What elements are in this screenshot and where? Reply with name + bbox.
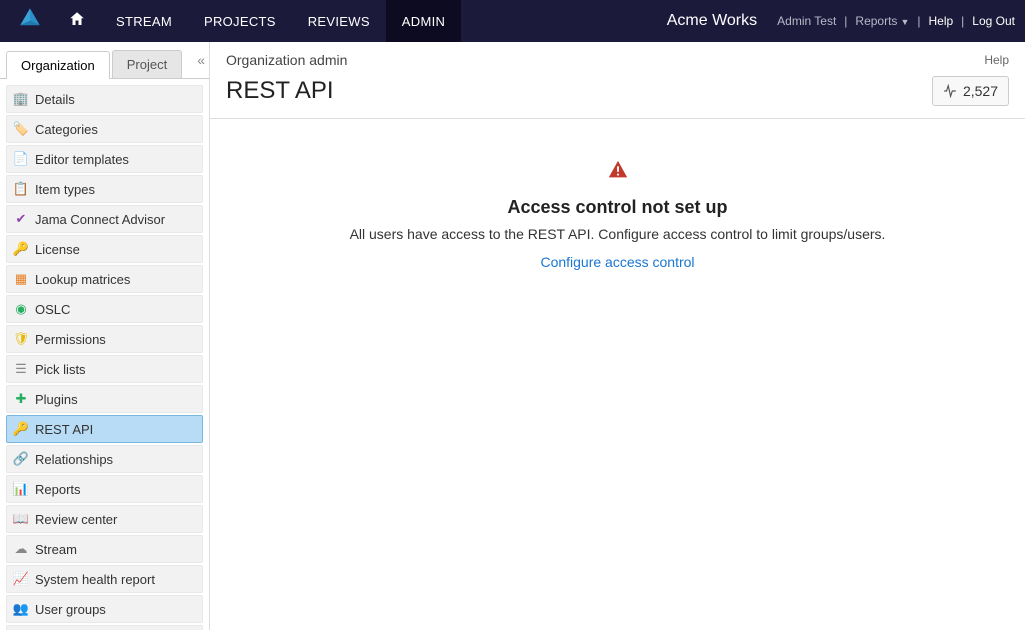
sidebar-item-reports[interactable]: 📊 Reports (6, 475, 203, 503)
home-icon[interactable] (68, 10, 86, 33)
sidebar-item-pick-lists[interactable]: ☰ Pick lists (6, 355, 203, 383)
user-groups-icon: 👥 (13, 601, 29, 617)
sidebar-item-label: User groups (35, 602, 106, 617)
sidebar-item-lookup-matrices[interactable]: ▦ Lookup matrices (6, 265, 203, 293)
sidebar-item-label: REST API (35, 422, 93, 437)
sidebar-item-label: Jama Connect Advisor (35, 212, 165, 227)
item-types-icon: 📋 (13, 181, 29, 197)
sidebar-item-label: Categories (35, 122, 98, 137)
sidebar-item-label: Lookup matrices (35, 272, 130, 287)
sidebar-item-system-health-report[interactable]: 📈 System health report (6, 565, 203, 593)
sidebar-item-oslc[interactable]: ◉ OSLC (6, 295, 203, 323)
stream-icon: ☁ (13, 541, 29, 557)
activity-count-badge[interactable]: 2,527 (932, 76, 1009, 106)
logo-icon (16, 7, 44, 35)
page-title: REST API (226, 77, 334, 105)
relationships-icon: 🔗 (13, 451, 29, 467)
editor-templates-icon: 📄 (13, 151, 29, 167)
rest-api-icon: 🔑 (13, 421, 29, 437)
empty-state-title: Access control not set up (230, 197, 1005, 218)
sidebar-item-label: Item types (35, 182, 95, 197)
categories-icon: 🏷️ (13, 121, 29, 137)
sidebar-item-permissions[interactable]: 🛡 Permissions (6, 325, 203, 353)
sidebar-item-review-center[interactable]: 📖 Review center (6, 505, 203, 533)
sidebar-item-label: System health report (35, 572, 155, 587)
tab-organization[interactable]: Organization (6, 51, 110, 79)
activity-count: 2,527 (963, 83, 998, 99)
permissions-icon: 🛡 (13, 331, 29, 347)
nav-reviews[interactable]: REVIEWS (292, 0, 386, 42)
sidebar-item-user-groups[interactable]: 👥 User groups (6, 595, 203, 623)
sidebar-item-item-types[interactable]: 📋 Item types (6, 175, 203, 203)
top-nav: STREAMPROJECTSREVIEWSADMIN Acme Works Ad… (0, 0, 1025, 42)
org-name: Acme Works (667, 12, 757, 30)
tab-project[interactable]: Project (112, 50, 182, 78)
nav-projects[interactable]: PROJECTS (188, 0, 292, 42)
reports-icon: 📊 (13, 481, 29, 497)
jama-connect-advisor-icon: ✔ (13, 211, 29, 227)
sidebar-item-label: Reports (35, 482, 81, 497)
sidebar-item-categories[interactable]: 🏷️ Categories (6, 115, 203, 143)
sidebar: « OrganizationProject 🏢 Details 🏷️ Categori… (0, 42, 210, 630)
sidebar-item-plugins[interactable]: ✚ Plugins (6, 385, 203, 413)
sidebar-tree: 🏢 Details 🏷️ Categories 📄 Editor templates 📋 It… (0, 79, 209, 630)
sidebar-item-label: Details (35, 92, 75, 107)
collapse-sidebar-icon[interactable]: « (197, 52, 205, 68)
configure-access-control-link[interactable]: Configure access control (540, 254, 694, 270)
sidebar-item-license[interactable]: 🔑 License (6, 235, 203, 263)
sidebar-item-rest-api[interactable]: 🔑 REST API (6, 415, 203, 443)
sidebar-item-label: Permissions (35, 332, 106, 347)
breadcrumb: Organization admin (226, 52, 347, 68)
sidebar-item-label: License (35, 242, 80, 257)
main-panel: Organization admin Help REST API 2,527 A… (210, 42, 1025, 630)
sidebar-item-label: Stream (35, 542, 77, 557)
system-health-report-icon: 📈 (13, 571, 29, 587)
help-link[interactable]: Help (928, 14, 953, 28)
sidebar-item-label: Relationships (35, 452, 113, 467)
sidebar-item-users[interactable]: 👤Users (6, 625, 203, 630)
empty-state-description: All users have access to the REST API. C… (230, 226, 1005, 242)
warning-icon (230, 159, 1005, 187)
nav-stream[interactable]: STREAM (100, 0, 188, 42)
plugins-icon: ✚ (13, 391, 29, 407)
pulse-icon (943, 84, 957, 98)
reports-dropdown[interactable]: Reports▼ (855, 14, 909, 28)
sidebar-item-editor-templates[interactable]: 📄 Editor templates (6, 145, 203, 173)
sidebar-item-label: Plugins (35, 392, 78, 407)
sidebar-item-relationships[interactable]: 🔗 Relationships (6, 445, 203, 473)
sidebar-tabs: OrganizationProject (0, 42, 209, 79)
review-center-icon: 📖 (13, 511, 29, 527)
details-icon: 🏢 (13, 91, 29, 107)
logout-link[interactable]: Log Out (972, 14, 1015, 28)
sidebar-item-label: Editor templates (35, 152, 129, 167)
sidebar-item-stream[interactable]: ☁ Stream (6, 535, 203, 563)
sidebar-item-label: OSLC (35, 302, 70, 317)
sidebar-item-jama-connect-advisor[interactable]: ✔ Jama Connect Advisor (6, 205, 203, 233)
user-name-link[interactable]: Admin Test (777, 14, 836, 28)
oslc-icon: ◉ (13, 301, 29, 317)
sidebar-item-label: Pick lists (35, 362, 86, 377)
nav-admin[interactable]: ADMIN (386, 0, 461, 42)
license-icon: 🔑 (13, 241, 29, 257)
pick-lists-icon: ☰ (13, 361, 29, 377)
page-help-link[interactable]: Help (984, 53, 1009, 67)
lookup-matrices-icon: ▦ (13, 271, 29, 287)
sidebar-item-details[interactable]: 🏢 Details (6, 85, 203, 113)
sidebar-item-label: Review center (35, 512, 117, 527)
